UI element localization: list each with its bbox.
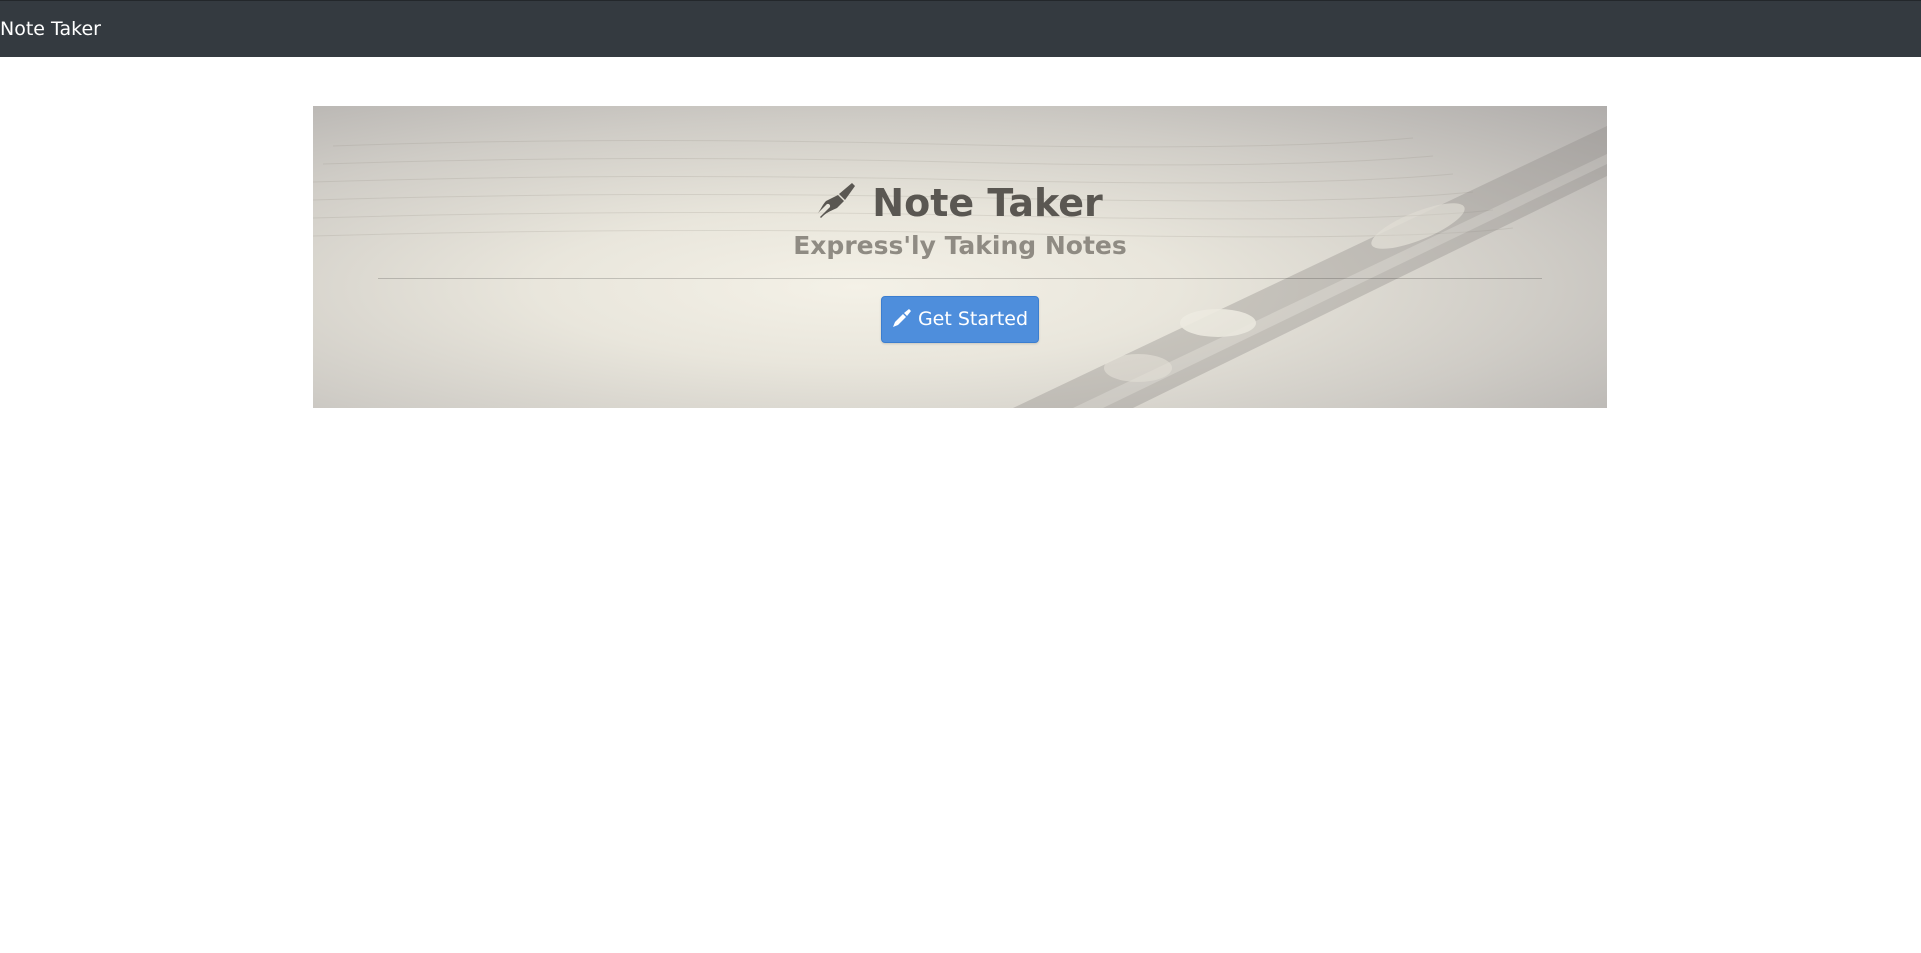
- navbar: Note Taker: [0, 0, 1921, 57]
- pencil-icon: [892, 309, 911, 327]
- hero-title: Note Taker: [872, 181, 1103, 225]
- hero-divider: [378, 278, 1542, 279]
- navbar-brand[interactable]: Note Taker: [0, 18, 101, 40]
- get-started-button[interactable]: Get Started: [881, 296, 1039, 343]
- hero-title-row: Note Taker: [313, 180, 1607, 226]
- hero-content: Note Taker Express'ly Taking Notes Get S…: [313, 106, 1607, 408]
- fountain-pen-icon: [817, 183, 856, 218]
- hero-jumbotron: Note Taker Express'ly Taking Notes Get S…: [313, 106, 1607, 408]
- hero-subtitle: Express'ly Taking Notes: [793, 231, 1127, 260]
- get-started-label: Get Started: [917, 308, 1029, 330]
